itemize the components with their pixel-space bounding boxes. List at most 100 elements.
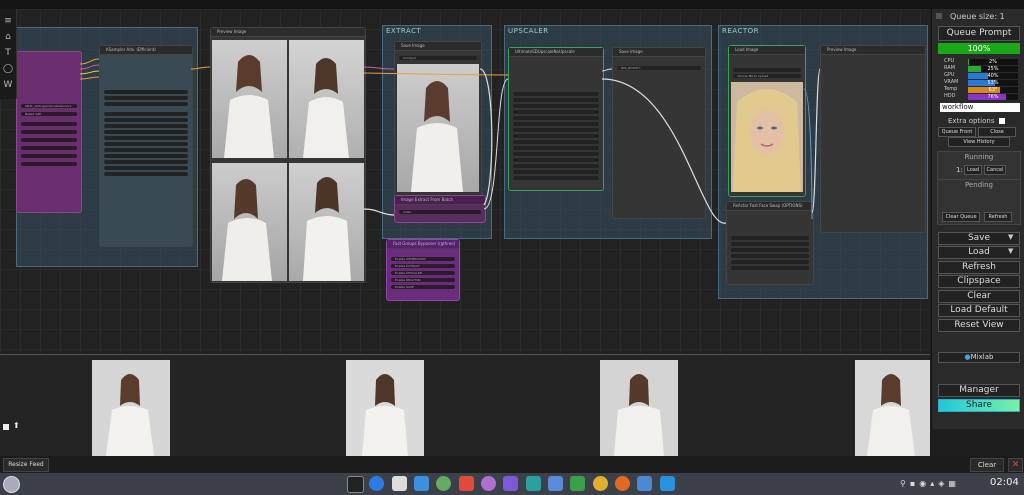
re-widget-4[interactable] [731,254,809,258]
checkpoint-loader-node[interactable]: SDXL_xl\OrigamiAI.safetensors Baked VAE [16,51,82,213]
folder-icon[interactable] [414,476,429,491]
running-cancel-button[interactable]: Cancel [984,165,1006,175]
ks-widget-4[interactable] [104,112,188,116]
face-photo[interactable] [731,82,803,192]
tray-icons[interactable]: ⚲▪◉▴◈▦ [900,479,980,489]
close-button[interactable]: Close [978,127,1016,137]
reactor-node[interactable]: ReActor Fast Face Swap (OPTIONS) [726,201,814,285]
feed-thumbnail-4[interactable] [855,360,930,456]
toggle-extract[interactable]: Enable EXTRACT [391,264,455,268]
node-canvas[interactable]: SDXL_xl\OrigamiAI.safetensors Baked VAE … [0,9,930,354]
ks-widget-10[interactable] [104,148,188,152]
up-widget-4[interactable] [513,110,599,114]
save-image-node-2[interactable]: Save Image IMG_BOOSTY [612,47,706,219]
ks-widget-7[interactable] [104,130,188,134]
home-icon[interactable]: ⌂ [2,31,14,43]
preview-image-node-2[interactable]: Preview Image [820,45,926,233]
load-image-node[interactable]: Load Image choose file to upload [728,45,806,197]
ks-widget-1[interactable] [104,90,188,94]
save-dropdown-icon[interactable]: ▼ [1008,233,1013,241]
re-widget-1[interactable] [731,236,809,240]
mixlab-button[interactable]: ●Mixlab [938,352,1020,363]
widget-b[interactable] [21,130,77,134]
queue-prompt-button[interactable]: Queue Prompt [938,26,1020,41]
feed-close-icon[interactable]: ✕ [1008,458,1023,472]
workflow-input[interactable]: workflow [940,103,1020,112]
start-menu-icon[interactable] [3,476,20,493]
preview-photo-2[interactable] [289,40,364,158]
ks-widget-2[interactable] [104,96,188,100]
extra-options-checkbox[interactable] [999,118,1005,124]
resize-feed-button[interactable]: Resize Feed [3,458,49,472]
feed-square-icon[interactable] [3,424,9,430]
re-widget-5[interactable] [731,260,809,264]
ks-widget-5[interactable] [104,118,188,122]
ks-widget-8[interactable] [104,136,188,140]
up-widget-6[interactable] [513,122,599,126]
app-icon[interactable] [481,476,496,491]
up-widget-12[interactable] [513,158,599,162]
grid-icon[interactable] [548,476,563,491]
save-image-node[interactable]: Save Image ComfyUI [394,41,482,203]
ksampler-node[interactable]: KSampler Adv. (Efficient) [99,45,193,247]
ks-widget-3[interactable] [104,102,188,106]
book-icon[interactable] [526,476,541,491]
model-name-widget[interactable]: SDXL_xl\OrigamiAI.safetensors [21,104,77,108]
toggle-reactor[interactable]: Enable REACTOR [391,278,455,282]
vscode-icon[interactable] [503,476,518,491]
ks-widget-11[interactable] [104,154,188,158]
feed-thumbnail-2[interactable] [346,360,424,456]
play-icon[interactable] [570,476,585,491]
widget-c[interactable] [21,138,77,142]
up-widget-3[interactable] [513,104,599,108]
image-extract-node[interactable]: Image Extract From Batch index [394,195,486,223]
preview-image-node[interactable]: Preview Image [210,27,366,283]
chrome-icon[interactable] [593,476,608,491]
up-widget-1[interactable] [513,92,599,96]
feed-thumbnail-1[interactable] [92,360,170,456]
clipspace-button[interactable]: Clipspace [938,275,1020,288]
up-widget-5[interactable] [513,116,599,120]
clock[interactable]: 02:04 [990,477,1019,488]
index-widget[interactable]: index [399,210,481,214]
up-widget-11[interactable] [513,152,599,156]
view-history-button[interactable]: View History [948,137,1010,147]
up-widget-14[interactable] [513,170,599,174]
preview-photo-4[interactable] [289,163,364,281]
clear-queue-button[interactable]: Clear Queue [942,212,980,222]
clear-button[interactable]: Clear [938,290,1020,303]
save-image-photo[interactable] [397,64,479,192]
ks-widget-12[interactable] [104,160,188,164]
menu-icon[interactable]: ≡ [2,15,14,27]
toggle-save[interactable]: Enable SAVE [391,285,455,289]
ks-widget-9[interactable] [104,142,188,146]
refresh-button[interactable]: Refresh [938,261,1020,274]
vae-widget[interactable]: Baked VAE [21,112,77,116]
filename-prefix-widget-2[interactable]: IMG_BOOSTY [617,66,701,70]
files-icon[interactable] [392,476,407,491]
refresh-queue-button[interactable]: Refresh [984,212,1012,222]
image-select-widget[interactable] [733,68,801,72]
w-icon[interactable]: W [2,79,14,91]
widget-e[interactable] [21,154,77,158]
feed-clear-button[interactable]: Clear [970,458,1004,472]
widget-a[interactable] [21,122,77,126]
widget-d[interactable] [21,146,77,150]
re-widget-2[interactable] [731,242,809,246]
up-widget-7[interactable] [513,128,599,132]
choose-file-button[interactable]: choose file to upload [733,74,801,78]
up-widget-15[interactable] [513,176,599,180]
preview-photo-3[interactable] [212,163,287,281]
widget-f[interactable] [21,162,77,166]
up-widget-2[interactable] [513,98,599,102]
ks-widget-13[interactable] [104,166,188,170]
reset-view-button[interactable]: Reset View [938,319,1020,332]
filename-prefix-widget[interactable]: ComfyUI [399,56,477,60]
feed-pin-icon[interactable]: ⬆ [13,421,20,430]
up-widget-8[interactable] [513,134,599,138]
toggle-upscaler[interactable]: Enable UPSCALER [391,271,455,275]
up-widget-13[interactable] [513,164,599,168]
docker-icon[interactable] [660,476,675,491]
queue-front-button[interactable]: Queue Front [938,127,976,137]
fast-groups-node[interactable]: Fast Groups Bypasser (rgthree) Enable GE… [386,239,460,301]
